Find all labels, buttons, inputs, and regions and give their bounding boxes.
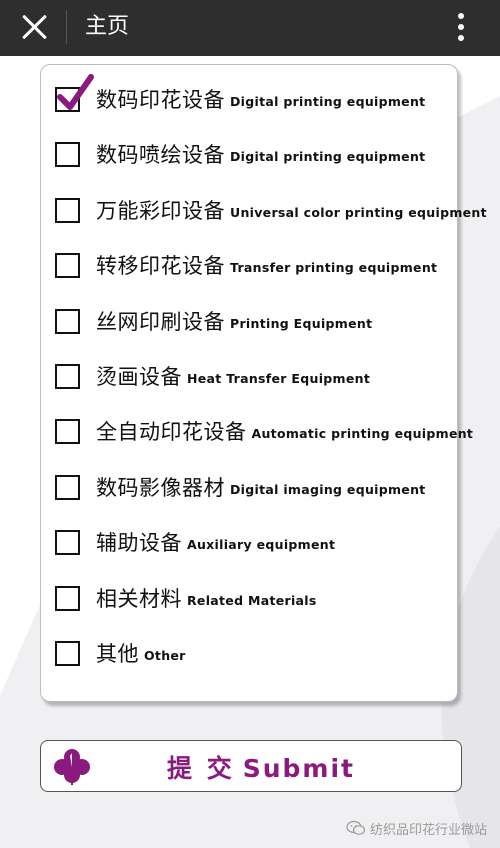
more-vertical-icon[interactable] bbox=[452, 10, 470, 44]
submit-label-en: Submit bbox=[242, 754, 355, 783]
submit-label: 提 交 Submit bbox=[167, 749, 355, 785]
checkbox[interactable] bbox=[55, 197, 80, 223]
option-row[interactable]: 数码印花设备 Digital printing equipment bbox=[55, 73, 455, 116]
option-label-en: Auxiliary equipment bbox=[187, 536, 336, 552]
checkbox[interactable] bbox=[55, 474, 80, 500]
checkbox[interactable] bbox=[55, 529, 80, 555]
option-label-zh: 数码喷绘设备 bbox=[96, 143, 225, 167]
page-title: 主页 bbox=[85, 14, 130, 39]
watermark: 纺织品印花行业微站 bbox=[346, 817, 487, 839]
checkbox[interactable] bbox=[55, 363, 80, 389]
checkmark-icon bbox=[57, 73, 94, 110]
option-row[interactable]: 数码喷绘设备 Digital printing equipment bbox=[55, 137, 455, 171]
option-label-zh: 相关材料 bbox=[96, 587, 182, 611]
option-label-en: Related Materials bbox=[187, 592, 317, 608]
option-label-en: Transfer printing equipment bbox=[230, 259, 438, 275]
option-row[interactable]: 其他 Other bbox=[55, 636, 455, 670]
option-label-en: Digital printing equipment bbox=[230, 93, 426, 109]
checkbox-checked[interactable] bbox=[55, 73, 94, 112]
option-label-en: Digital printing equipment bbox=[230, 148, 426, 164]
top-nav-bar: 主页 bbox=[0, 0, 500, 56]
option-label-zh: 丝网印刷设备 bbox=[96, 310, 225, 334]
option-row[interactable]: 丝网印刷设备 Printing Equipment bbox=[55, 304, 455, 338]
option-label-en: Universal color printing equipment bbox=[230, 204, 487, 220]
option-label-zh: 数码影像器材 bbox=[96, 476, 225, 500]
option-row[interactable]: 转移印花设备 Transfer printing equipment bbox=[55, 248, 455, 282]
option-row[interactable]: 万能彩印设备 Universal color printing equipment bbox=[55, 193, 487, 227]
option-label-zh: 其他 bbox=[96, 642, 139, 666]
option-label-zh: 全自动印花设备 bbox=[96, 420, 247, 444]
nav-divider bbox=[66, 10, 67, 44]
checkbox[interactable] bbox=[55, 640, 80, 666]
equipment-options-card: 数码印花设备 Digital printing equipment 数码喷绘设备 Di… bbox=[40, 64, 487, 702]
option-label-en: Heat Transfer Equipment bbox=[187, 370, 371, 386]
option-label-zh: 辅助设备 bbox=[96, 531, 182, 555]
checkbox[interactable] bbox=[55, 585, 80, 611]
option-row[interactable]: 辅助设备 Auxiliary equipment bbox=[55, 525, 455, 559]
submit-button[interactable]: 提 交 Submit bbox=[40, 740, 462, 792]
option-label-en: Other bbox=[144, 647, 186, 663]
clover-icon bbox=[54, 749, 90, 785]
option-row[interactable]: 数码影像器材 Digital imaging equipment bbox=[55, 470, 455, 504]
option-label-en: Digital imaging equipment bbox=[230, 481, 426, 497]
checkbox[interactable] bbox=[55, 141, 80, 167]
option-label-zh: 数码印花设备 bbox=[96, 88, 225, 112]
option-label-zh: 万能彩印设备 bbox=[96, 199, 225, 223]
option-row[interactable]: 烫画设备 Heat Transfer Equipment bbox=[55, 359, 455, 393]
checkbox[interactable] bbox=[55, 252, 80, 278]
checkbox[interactable] bbox=[55, 308, 80, 334]
submit-label-zh: 提 交 bbox=[167, 754, 235, 783]
option-label-zh: 烫画设备 bbox=[96, 365, 182, 389]
option-label-en: Automatic printing equipment bbox=[251, 425, 474, 441]
watermark-text: 纺织品印花行业微站 bbox=[370, 822, 488, 838]
option-row[interactable]: 相关材料 Related Materials bbox=[55, 581, 455, 615]
wechat-icon bbox=[346, 820, 366, 835]
option-label-zh: 转移印花设备 bbox=[96, 254, 225, 278]
option-label-en: Printing Equipment bbox=[230, 315, 373, 331]
close-icon[interactable] bbox=[20, 12, 50, 42]
option-row[interactable]: 全自动印花设备 Automatic printing equipment bbox=[55, 414, 473, 448]
checkbox[interactable] bbox=[55, 418, 80, 444]
